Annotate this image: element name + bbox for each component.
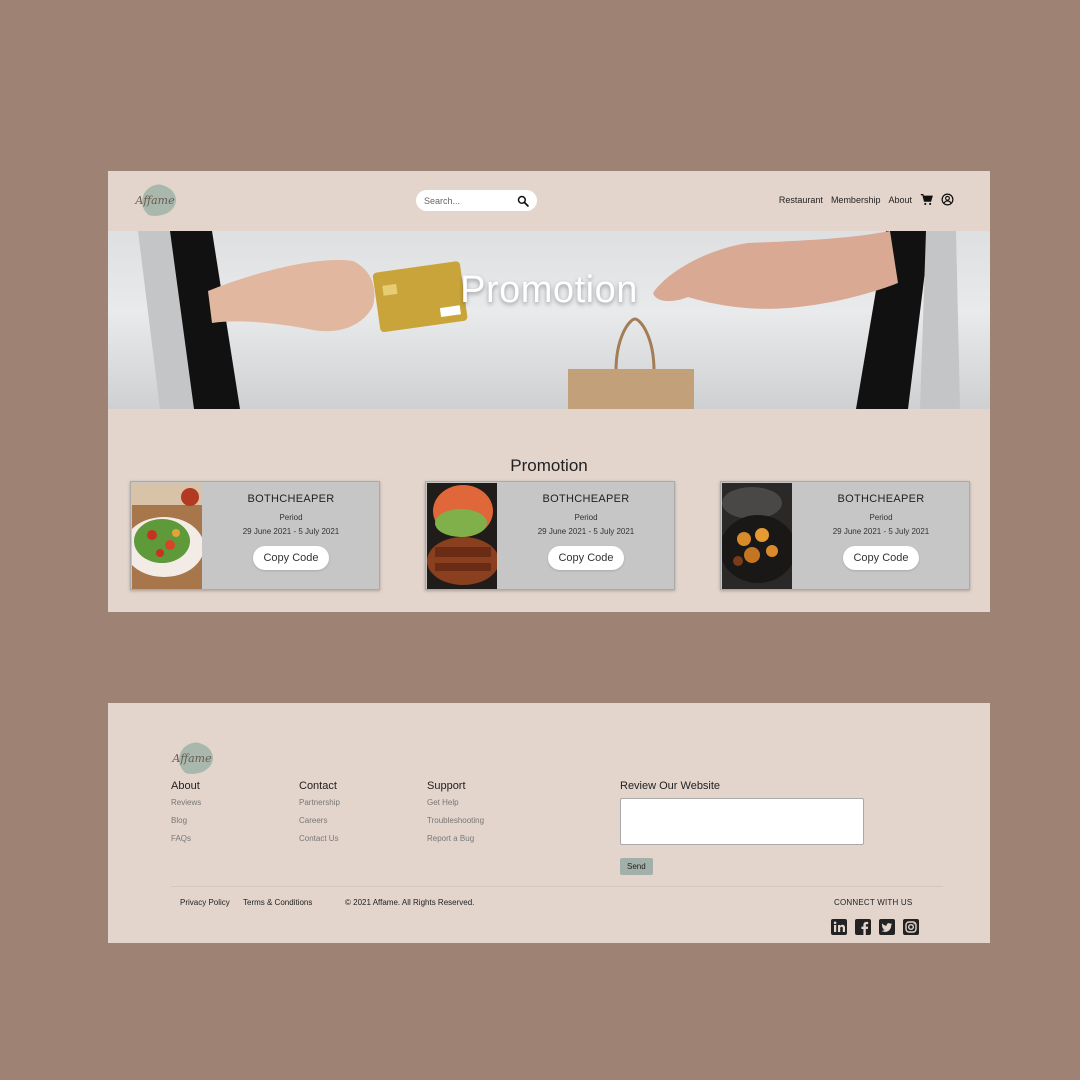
terms-link[interactable]: Terms & Conditions <box>243 898 312 907</box>
linkedin-icon[interactable] <box>831 919 847 935</box>
footer-link-report-bug[interactable]: Report a Bug <box>427 834 484 843</box>
hero-title: Promotion <box>460 269 638 311</box>
review-textarea[interactable] <box>620 798 864 845</box>
footer-link-contact-us[interactable]: Contact Us <box>299 834 340 843</box>
nav-link-membership[interactable]: Membership <box>831 195 881 205</box>
period-dates: 29 June 2021 - 5 July 2021 <box>242 527 340 536</box>
footer-link-get-help[interactable]: Get Help <box>427 798 484 807</box>
site-logo[interactable]: Affame <box>134 184 176 216</box>
hero-illustration <box>138 231 960 409</box>
twitter-icon[interactable] <box>879 919 895 935</box>
logo-text: Affame <box>135 193 175 207</box>
footer-logo[interactable]: Affame <box>171 742 213 774</box>
instagram-icon[interactable] <box>903 919 919 935</box>
footer-link-troubleshooting[interactable]: Troubleshooting <box>427 816 484 825</box>
hero-banner: Promotion <box>108 231 990 409</box>
promo-card: BOTHCHEAPER Period 29 June 2021 - 5 July… <box>425 481 675 590</box>
copy-code-button[interactable]: Copy Code <box>548 546 624 570</box>
search-input[interactable]: Search... <box>424 196 460 206</box>
nav-link-about[interactable]: About <box>888 195 912 205</box>
footer-column-support: Support Get Help Troubleshooting Report … <box>427 780 484 852</box>
footer-divider <box>171 886 943 887</box>
period-dates: 29 June 2021 - 5 July 2021 <box>537 527 635 536</box>
promo-card: BOTHCHEAPER Period 29 June 2021 - 5 July… <box>130 481 380 590</box>
privacy-policy-link[interactable]: Privacy Policy <box>180 898 230 907</box>
promo-code: BOTHCHEAPER <box>247 493 335 505</box>
period-label: Period <box>869 513 893 522</box>
copyright-text: © 2021 Affame. All Rights Reserved. <box>345 898 475 907</box>
footer-link-partnership[interactable]: Partnership <box>299 798 340 807</box>
search-icon[interactable] <box>517 195 529 207</box>
facebook-icon[interactable] <box>855 919 871 935</box>
promo-card: BOTHCHEAPER Period 29 June 2021 - 5 July… <box>720 481 970 590</box>
promo-code: BOTHCHEAPER <box>837 493 925 505</box>
footer-column-title: Contact <box>299 780 337 792</box>
footer-link-careers[interactable]: Careers <box>299 816 340 825</box>
footer-link-blog[interactable]: Blog <box>171 816 201 825</box>
review-title: Review Our Website <box>620 780 721 792</box>
promo-food-image <box>427 483 497 589</box>
period-label: Period <box>279 513 303 522</box>
period-dates: 29 June 2021 - 5 July 2021 <box>832 527 930 536</box>
footer-column-title: Support <box>427 780 466 792</box>
connect-heading: CONNECT WITH US <box>834 898 913 907</box>
cart-icon[interactable] <box>920 193 933 206</box>
search-bar[interactable]: Search... <box>416 190 537 211</box>
footer-column-about: About Reviews Blog FAQs <box>171 780 201 852</box>
copy-code-button[interactable]: Copy Code <box>253 546 329 570</box>
footer-column-contact: Contact Partnership Careers Contact Us <box>299 780 340 852</box>
nav-link-restaurant[interactable]: Restaurant <box>779 195 823 205</box>
send-button[interactable]: Send <box>620 858 653 875</box>
promotion-heading: Promotion <box>510 456 588 475</box>
promo-food-image <box>722 483 792 589</box>
copy-code-button[interactable]: Copy Code <box>843 546 919 570</box>
navbar: Affame Search... Restaurant Membership A… <box>108 171 990 231</box>
footer: Affame About Reviews Blog FAQs Contact P… <box>108 703 990 943</box>
footer-link-faqs[interactable]: FAQs <box>171 834 201 843</box>
footer-logo-text: Affame <box>172 751 212 765</box>
period-label: Period <box>574 513 598 522</box>
account-icon[interactable] <box>941 193 954 206</box>
promo-code: BOTHCHEAPER <box>542 493 630 505</box>
nav-links: Restaurant Membership About <box>779 193 954 206</box>
main-panel: Affame Search... Restaurant Membership A… <box>108 171 990 612</box>
footer-link-reviews[interactable]: Reviews <box>171 798 201 807</box>
promo-food-image <box>132 483 202 589</box>
footer-column-title: About <box>171 780 200 792</box>
